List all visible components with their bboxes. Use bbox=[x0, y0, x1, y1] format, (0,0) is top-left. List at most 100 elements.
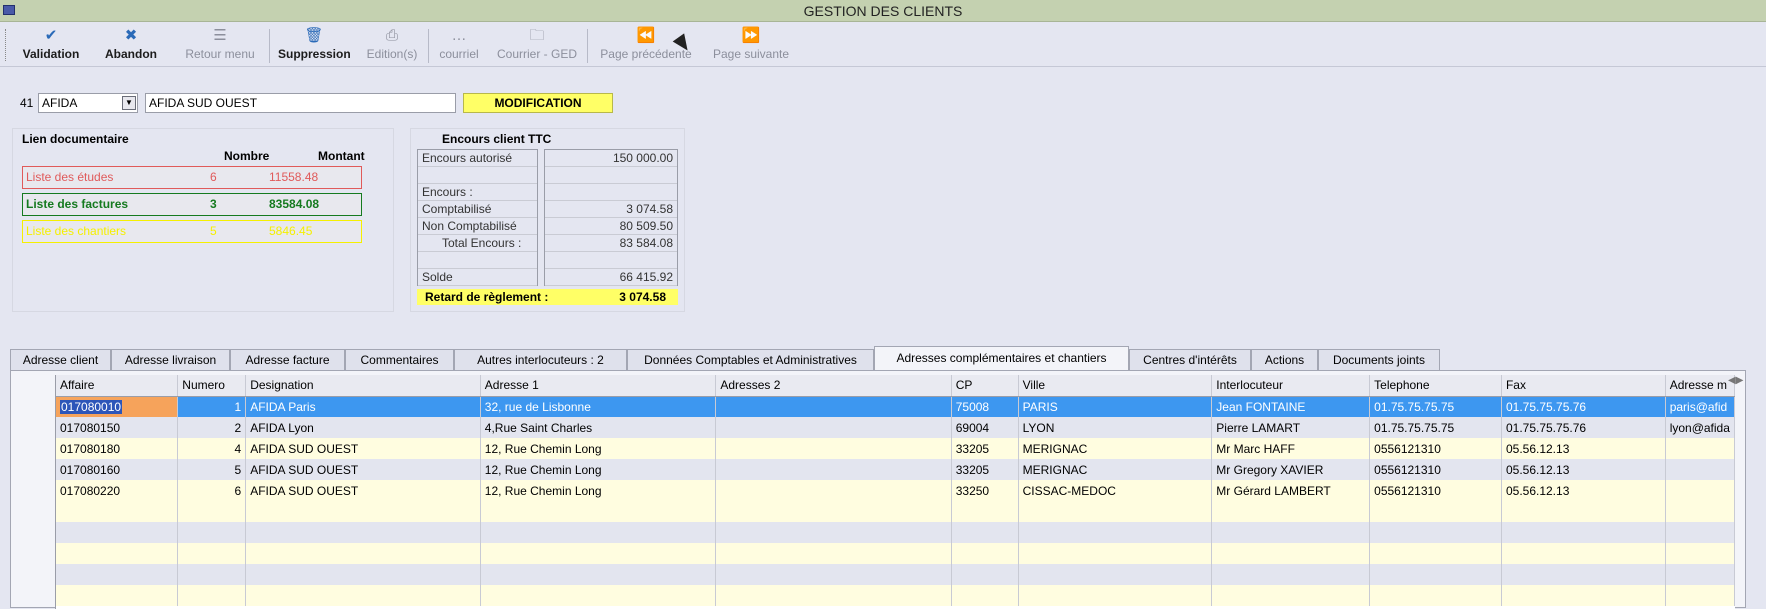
adresses-grid[interactable]: Affaire Numero Designation Adresse 1 Adresse… bbox=[55, 375, 1735, 609]
table-cell[interactable] bbox=[1211, 543, 1371, 564]
table-cell[interactable] bbox=[951, 501, 1019, 522]
table-cell[interactable]: MERIGNAC bbox=[1018, 438, 1213, 459]
table-cell[interactable] bbox=[715, 459, 952, 480]
liste-factures-row[interactable]: Liste des factures 3 83584.08 bbox=[22, 193, 362, 216]
table-cell[interactable] bbox=[1211, 522, 1371, 543]
table-cell[interactable]: AFIDA SUD OUEST bbox=[245, 459, 481, 480]
table-cell[interactable]: 33205 bbox=[951, 459, 1019, 480]
tab-donnees-comptables[interactable]: Données Comptables et Administratives bbox=[627, 349, 874, 370]
table-cell[interactable]: 6 bbox=[177, 480, 247, 501]
table-cell[interactable] bbox=[56, 564, 179, 585]
liste-etudes-row[interactable]: Liste des études 6 11558.48 bbox=[22, 166, 362, 189]
table-cell[interactable]: 0556121310 bbox=[1369, 438, 1502, 459]
table-row[interactable]: 017080220 6 AFIDA SUD OUEST 12, Rue Chemin … bbox=[56, 480, 1735, 501]
table-cell[interactable]: 01.75.75.75.76 bbox=[1501, 417, 1666, 438]
table-cell[interactable] bbox=[1211, 585, 1371, 606]
courrier-ged-button[interactable]: 🗀 Courrier - GED bbox=[492, 27, 582, 65]
table-cell[interactable] bbox=[245, 543, 481, 564]
table-cell[interactable] bbox=[245, 564, 481, 585]
table-cell[interactable]: 017080220 bbox=[56, 480, 179, 501]
scroll-right-icon[interactable]: ◀▶ bbox=[1728, 375, 1743, 393]
tab-adresse-facture[interactable]: Adresse facture bbox=[230, 349, 345, 370]
table-cell[interactable] bbox=[480, 543, 717, 564]
table-cell[interactable] bbox=[715, 417, 952, 438]
table-cell[interactable]: CISSAC-MEDOC bbox=[1018, 480, 1213, 501]
tab-adresse-livraison[interactable]: Adresse livraison bbox=[111, 349, 230, 370]
table-cell[interactable]: MERIGNAC bbox=[1018, 459, 1213, 480]
tab-actions[interactable]: Actions bbox=[1251, 349, 1318, 370]
table-cell[interactable]: 017080150 bbox=[56, 417, 179, 438]
table-cell[interactable] bbox=[177, 522, 247, 543]
table-cell[interactable] bbox=[951, 522, 1019, 543]
table-cell[interactable]: 32, rue de Lisbonne bbox=[480, 396, 717, 417]
table-cell[interactable] bbox=[1369, 564, 1502, 585]
table-cell[interactable]: 017080180 bbox=[56, 438, 179, 459]
column-header[interactable]: Interlocuteur bbox=[1211, 375, 1371, 397]
column-header[interactable]: Adresse 1 bbox=[480, 375, 717, 397]
table-cell[interactable] bbox=[1211, 501, 1371, 522]
table-cell[interactable]: 2 bbox=[177, 417, 247, 438]
table-cell[interactable]: Mr Marc HAFF bbox=[1211, 438, 1371, 459]
table-cell[interactable] bbox=[1369, 501, 1502, 522]
table-cell[interactable]: 4 bbox=[177, 438, 247, 459]
table-cell[interactable] bbox=[177, 543, 247, 564]
table-cell[interactable] bbox=[715, 396, 952, 417]
suppression-button[interactable]: 🗑 Suppression bbox=[278, 27, 351, 65]
table-cell[interactable] bbox=[1665, 438, 1735, 459]
tab-centres-interets[interactable]: Centres d'intérêts bbox=[1129, 349, 1251, 370]
tab-autres-interlocuteurs[interactable]: Autres interlocuteurs : 2 bbox=[454, 349, 627, 370]
table-cell[interactable]: 05.56.12.13 bbox=[1501, 459, 1666, 480]
table-cell[interactable] bbox=[715, 564, 952, 585]
column-header[interactable]: Designation bbox=[245, 375, 481, 397]
table-cell[interactable]: 01.75.75.75.76 bbox=[1501, 396, 1666, 417]
table-cell[interactable]: 12, Rue Chemin Long bbox=[480, 438, 717, 459]
table-cell[interactable] bbox=[245, 522, 481, 543]
table-cell[interactable] bbox=[715, 438, 952, 459]
table-cell[interactable]: 0556121310 bbox=[1369, 480, 1502, 501]
abandon-button[interactable]: ✖ Abandon bbox=[100, 27, 162, 65]
table-cell[interactable] bbox=[1501, 543, 1666, 564]
table-cell[interactable]: Pierre LAMART bbox=[1211, 417, 1371, 438]
column-header[interactable]: CP bbox=[951, 375, 1019, 397]
table-cell[interactable]: 0556121310 bbox=[1369, 459, 1502, 480]
table-cell[interactable] bbox=[951, 585, 1019, 606]
empty-row[interactable] bbox=[56, 522, 1735, 543]
table-cell[interactable] bbox=[1665, 522, 1735, 543]
table-cell[interactable]: 12, Rue Chemin Long bbox=[480, 480, 717, 501]
table-cell[interactable] bbox=[1665, 543, 1735, 564]
table-cell[interactable] bbox=[480, 564, 717, 585]
table-cell[interactable] bbox=[1665, 585, 1735, 606]
column-header[interactable]: Numero bbox=[177, 375, 247, 397]
table-cell[interactable]: 33250 bbox=[951, 480, 1019, 501]
tab-adresse-client[interactable]: Adresse client bbox=[10, 349, 111, 370]
table-cell[interactable] bbox=[1665, 459, 1735, 480]
table-cell[interactable]: 017080160 bbox=[56, 459, 179, 480]
table-cell[interactable] bbox=[1501, 501, 1666, 522]
empty-row[interactable] bbox=[56, 585, 1735, 606]
table-cell[interactable] bbox=[56, 501, 179, 522]
client-name-field[interactable]: AFIDA SUD OUEST bbox=[145, 93, 456, 113]
table-cell[interactable] bbox=[715, 585, 952, 606]
table-cell[interactable]: Mr Gregory XAVIER bbox=[1211, 459, 1371, 480]
empty-row[interactable] bbox=[56, 501, 1735, 522]
table-cell[interactable] bbox=[1018, 501, 1213, 522]
table-cell[interactable]: LYON bbox=[1018, 417, 1213, 438]
table-cell[interactable]: 01.75.75.75.75 bbox=[1369, 417, 1502, 438]
chevron-down-icon[interactable]: ▼ bbox=[122, 96, 136, 110]
table-cell[interactable] bbox=[1018, 564, 1213, 585]
client-code-combo[interactable]: AFIDA ▼ bbox=[38, 93, 138, 113]
table-row[interactable]: 017080180 4 AFIDA SUD OUEST 12, Rue Chemin … bbox=[56, 438, 1735, 459]
table-cell[interactable]: lyon@afida bbox=[1665, 417, 1735, 438]
table-row[interactable]: 017080010 1 AFIDA Paris 32, rue de Lisbonne… bbox=[56, 396, 1735, 417]
table-cell[interactable] bbox=[1018, 585, 1213, 606]
table-cell[interactable] bbox=[56, 543, 179, 564]
table-cell[interactable] bbox=[177, 501, 247, 522]
table-cell[interactable]: 33205 bbox=[951, 438, 1019, 459]
column-header[interactable]: Adresse m bbox=[1665, 375, 1735, 397]
column-header[interactable]: Ville bbox=[1018, 375, 1213, 397]
tab-adresses-complementaires[interactable]: Adresses complémentaires et chantiers bbox=[874, 346, 1129, 370]
table-cell[interactable] bbox=[56, 585, 179, 606]
table-cell[interactable] bbox=[1369, 543, 1502, 564]
table-cell[interactable] bbox=[715, 501, 952, 522]
table-cell[interactable] bbox=[1018, 543, 1213, 564]
